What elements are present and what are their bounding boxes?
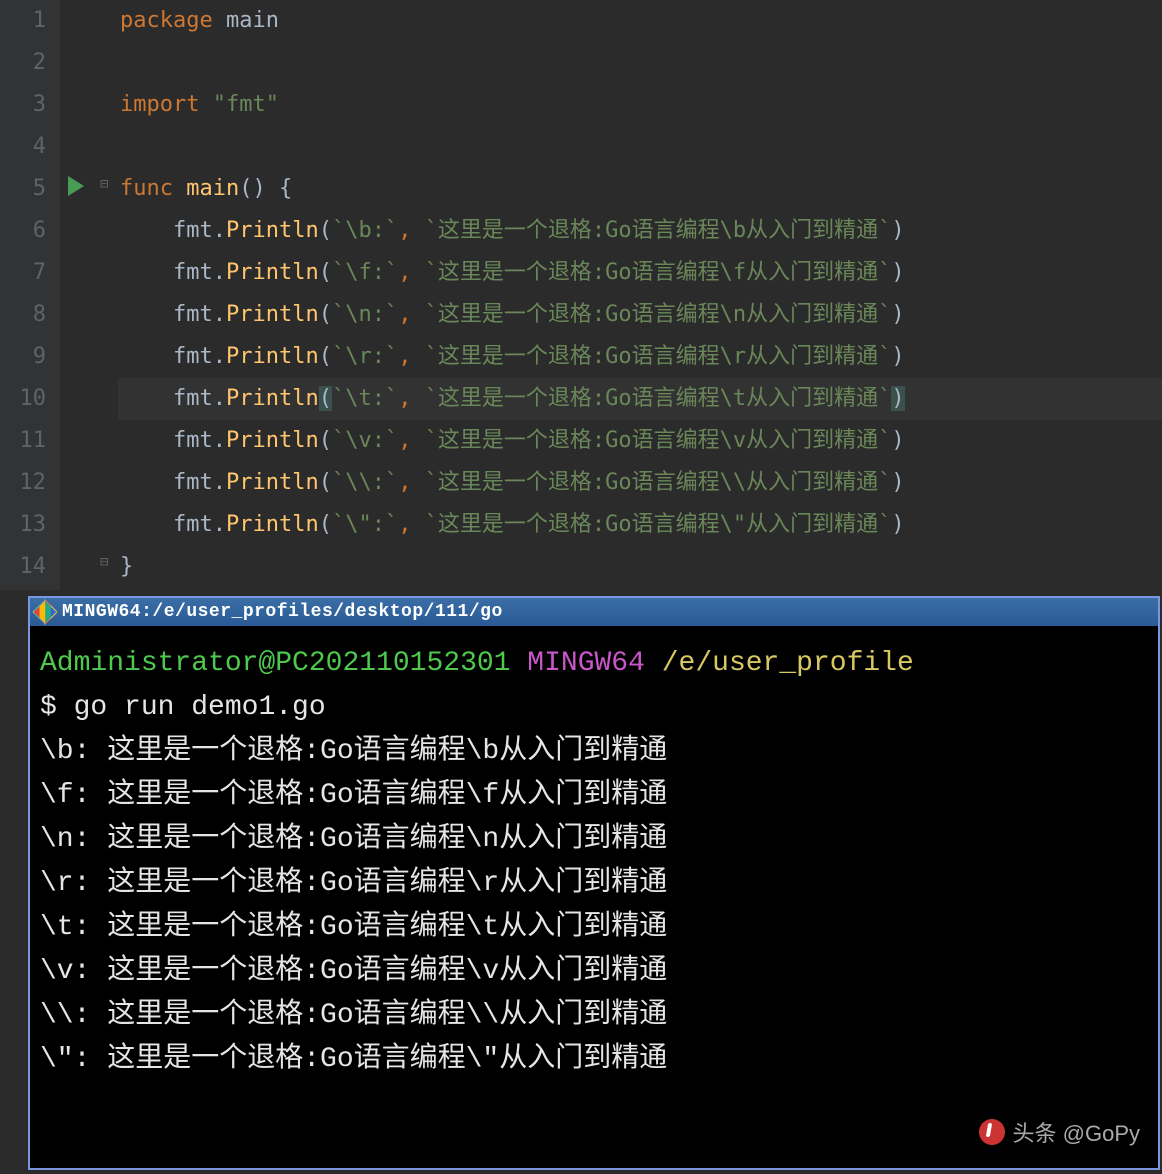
terminal-output: \v: 这里是一个退格:Go语言编程\v从入门到精通 [40, 950, 1148, 994]
line-number: 8 [0, 294, 60, 336]
terminal-window[interactable]: MINGW64:/e/user_profiles/desktop/111/go … [28, 596, 1160, 1170]
prompt-shell: MINGW64 [527, 648, 645, 679]
line-number-gutter: 1 2 3 4 5 6 7 8 9 10 11 12 13 14 [0, 0, 60, 590]
code-line-current: fmt.Println(`\t:`, `这里是一个退格:Go语言编程\t从入门到… [118, 378, 1162, 420]
terminal-output: \n: 这里是一个退格:Go语言编程\n从入门到精通 [40, 818, 1148, 862]
code-line: fmt.Println(`\r:`, `这里是一个退格:Go语言编程\r从入门到… [118, 336, 1162, 378]
line-number: 11 [0, 420, 60, 462]
run-main-icon[interactable] [68, 176, 84, 196]
code-line: func main() { [118, 168, 1162, 210]
code-line: package main [118, 0, 1162, 42]
line-number: 7 [0, 252, 60, 294]
keyword-package: package [120, 8, 213, 33]
line-number: 3 [0, 84, 60, 126]
code-line: } [118, 546, 1162, 588]
code-line: fmt.Println(`\b:`, `这里是一个退格:Go语言编程\b从入门到… [118, 210, 1162, 252]
fold-gutter: ⊟ ⊟ [100, 0, 118, 590]
prompt-user: Administrator@PC202110152301 [40, 648, 510, 679]
keyword-func: func [120, 176, 173, 201]
code-editor[interactable]: 1 2 3 4 5 6 7 8 9 10 11 12 13 14 ⊟ ⊟ pac… [0, 0, 1162, 590]
code-line: fmt.Println(`\f:`, `这里是一个退格:Go语言编程\f从入门到… [118, 252, 1162, 294]
watermark-text: 头条 @GoPy [1013, 1116, 1140, 1148]
code-line: fmt.Println(`\\:`, `这里是一个退格:Go语言编程\\从入门到… [118, 462, 1162, 504]
line-number: 14 [0, 546, 60, 588]
line-number: 2 [0, 42, 60, 84]
terminal-output: \\: 这里是一个退格:Go语言编程\\从入门到精通 [40, 994, 1148, 1038]
code-line: fmt.Println(`\v:`, `这里是一个退格:Go语言编程\v从入门到… [118, 420, 1162, 462]
identifier-main: main [226, 8, 279, 33]
line-number: 1 [0, 0, 60, 42]
code-area[interactable]: package main import "fmt" func main() { … [118, 0, 1162, 590]
code-line [118, 126, 1162, 168]
prompt-path: /e/user_profile [662, 648, 914, 679]
identifier-main-func: main [186, 176, 239, 201]
line-number: 6 [0, 210, 60, 252]
line-number: 4 [0, 126, 60, 168]
line-number: 9 [0, 336, 60, 378]
terminal-output: \t: 这里是一个退格:Go语言编程\t从入门到精通 [40, 906, 1148, 950]
line-number: 12 [0, 462, 60, 504]
terminal-body[interactable]: Administrator@PC202110152301 MINGW64 /e/… [30, 626, 1158, 1092]
terminal-titlebar[interactable]: MINGW64:/e/user_profiles/desktop/111/go [30, 598, 1158, 626]
string-fmt: "fmt" [213, 92, 279, 117]
code-line: fmt.Println(`\":`, `这里是一个退格:Go语言编程\"从入门到… [118, 504, 1162, 546]
terminal-output: \": 这里是一个退格:Go语言编程\"从入门到精通 [40, 1038, 1148, 1082]
terminal-command-line: $ go run demo1.go [40, 686, 1148, 730]
prompt-symbol: $ [40, 692, 74, 723]
keyword-import: import [120, 92, 199, 117]
run-gutter [60, 0, 100, 590]
terminal-output: \b: 这里是一个退格:Go语言编程\b从入门到精通 [40, 730, 1148, 774]
terminal-output: \r: 这里是一个退格:Go语言编程\r从入门到精通 [40, 862, 1148, 906]
terminal-title: MINGW64:/e/user_profiles/desktop/111/go [62, 602, 503, 622]
line-number: 10 [0, 378, 60, 420]
terminal-prompt-line: Administrator@PC202110152301 MINGW64 /e/… [40, 642, 1148, 686]
line-number: 5 [0, 168, 60, 210]
code-line: import "fmt" [118, 84, 1162, 126]
fold-close-icon[interactable]: ⊟ [100, 554, 108, 570]
code-line [118, 42, 1162, 84]
toutiao-icon [979, 1119, 1005, 1145]
code-line: fmt.Println(`\n:`, `这里是一个退格:Go语言编程\n从入门到… [118, 294, 1162, 336]
line-number: 13 [0, 504, 60, 546]
terminal-output: \f: 这里是一个退格:Go语言编程\f从入门到精通 [40, 774, 1148, 818]
watermark: 头条 @GoPy [979, 1116, 1140, 1148]
mingw-icon [32, 599, 57, 624]
fold-open-icon[interactable]: ⊟ [100, 176, 108, 192]
command-text: go run demo1.go [74, 692, 326, 723]
